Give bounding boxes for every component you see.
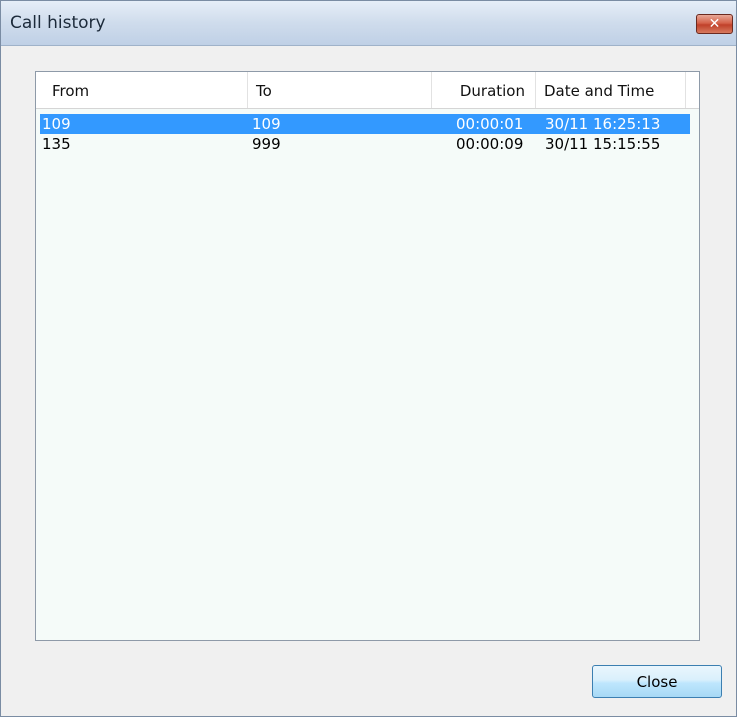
cell-to: 999	[252, 135, 281, 153]
list-header: From To Duration Date and Time	[36, 72, 699, 109]
column-header-date-time[interactable]: Date and Time	[536, 72, 686, 108]
cell-from: 135	[42, 135, 71, 153]
cell-duration: 00:00:09	[456, 135, 524, 153]
table-row[interactable]: 109 109 00:00:01 30/11 16:25:13	[40, 114, 690, 134]
column-header-duration[interactable]: Duration	[432, 72, 536, 108]
column-header-filler	[686, 72, 699, 108]
close-window-button[interactable]: ✕	[696, 14, 733, 34]
cell-to: 109	[252, 115, 281, 133]
close-button[interactable]: Close	[592, 665, 722, 698]
cell-from: 109	[42, 115, 71, 133]
cell-duration: 00:00:01	[456, 115, 524, 133]
column-header-to[interactable]: To	[248, 72, 432, 108]
close-icon: ✕	[708, 16, 721, 32]
title-bar[interactable]: Call history ✕	[1, 1, 736, 46]
call-history-list[interactable]: From To Duration Date and Time 109 109 0…	[35, 71, 700, 641]
column-header-from[interactable]: From	[36, 72, 248, 108]
cell-date-time: 30/11 16:25:13	[545, 115, 661, 133]
cell-date-time: 30/11 15:15:55	[545, 135, 661, 153]
window-title: Call history	[10, 13, 106, 33]
table-row[interactable]: 135 999 00:00:09 30/11 15:15:55	[40, 134, 690, 154]
call-history-window: Call history ✕ From To Duration Date and…	[0, 0, 737, 717]
